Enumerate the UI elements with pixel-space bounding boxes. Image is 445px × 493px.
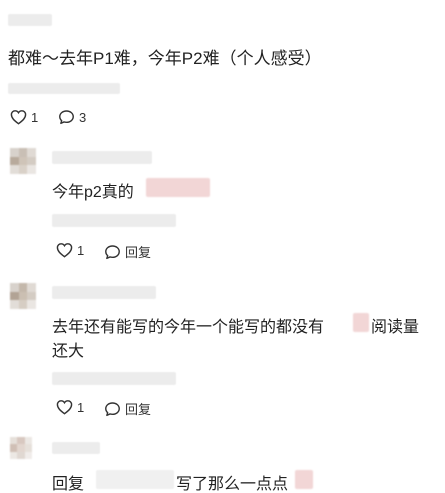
username-redacted (52, 286, 156, 299)
like-count: 1 (77, 242, 85, 258)
timestamp-redacted (52, 214, 176, 227)
username-redacted (8, 14, 52, 26)
comment-bubble-icon (59, 110, 74, 125)
reply-button[interactable]: 回复 (104, 242, 151, 261)
avatar (10, 437, 32, 459)
avatar (10, 148, 36, 174)
reply-button[interactable]: 回复 (104, 399, 151, 418)
comment-button[interactable]: 3 (58, 109, 86, 125)
comment-bubble-icon (105, 244, 120, 259)
timestamp-redacted (8, 83, 120, 94)
redacted-text (146, 178, 210, 197)
redacted-text (353, 313, 369, 332)
reply-label: 回复 (125, 402, 152, 417)
like-count: 1 (77, 399, 85, 415)
comment-bubble-icon (105, 401, 120, 416)
reply-text-line1: 去年还有能写的今年一个能写的都没有 (52, 319, 325, 336)
reply-label: 回复 (125, 245, 152, 260)
timestamp-redacted (52, 372, 176, 385)
redacted-text (295, 470, 313, 489)
like-button[interactable]: 1 (56, 399, 84, 415)
heart-icon (56, 243, 73, 258)
reply-count: 3 (79, 109, 87, 125)
like-button[interactable]: 1 (10, 109, 38, 125)
username-redacted (52, 442, 100, 454)
username-redacted (52, 151, 152, 164)
mention-redacted (96, 470, 174, 489)
reply-prefix: 回复 (52, 476, 85, 493)
avatar (10, 283, 36, 309)
reply-text: 今年p2真的 (52, 184, 134, 201)
top-comment-text: 都难～去年P1难，今年P2难（个人感受） (8, 49, 322, 68)
heart-icon (56, 400, 73, 415)
reply-text-line1-tail: 阅读量 (371, 319, 420, 336)
heart-icon (10, 110, 27, 125)
like-button[interactable]: 1 (56, 242, 84, 258)
like-count: 1 (31, 109, 39, 125)
reply-text: 写了那么一点点 (176, 476, 289, 493)
reply-text-line2: 还大 (52, 343, 85, 360)
